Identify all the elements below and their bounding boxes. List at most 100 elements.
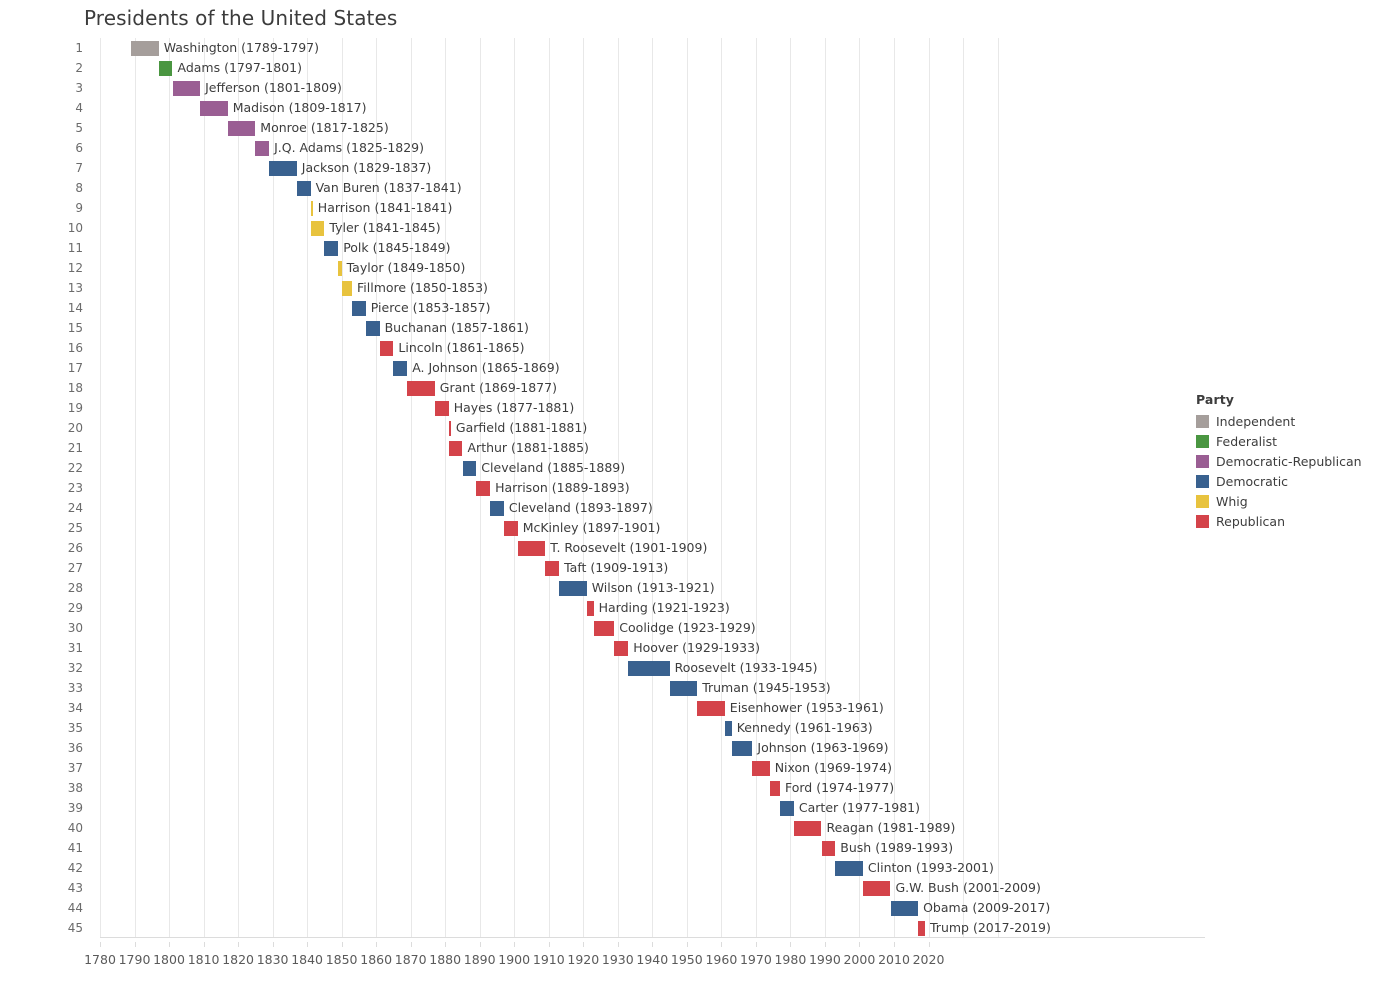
term-bar[interactable] [365,321,380,336]
term-bar[interactable] [731,741,753,756]
term-bar[interactable] [890,901,919,916]
x-tick-label: 1890 [463,952,496,967]
x-tick-label: 2010 [878,952,910,967]
x-tick-label: 1860 [360,952,393,967]
x-tick-label: 1870 [394,952,427,967]
term-bar[interactable] [793,821,822,836]
x-tick-label: 1880 [429,952,462,967]
term-bar-label: Van Buren (1837-1841) [315,180,462,195]
legend-item[interactable]: Republican [1196,511,1371,531]
term-bar[interactable] [724,721,732,736]
bar-rows: 1 Washington (1789-1797) 2 Adams (1797-1801… [68,38,1205,938]
x-tick-label: 1960 [705,952,738,967]
chart-row: 29 Harding (1921-1923) [68,598,1205,618]
term-bar-label: Arthur (1881-1885) [467,440,589,455]
tick-mark [583,942,585,947]
term-bar[interactable] [448,441,463,456]
term-bar[interactable] [490,501,504,516]
term-bar[interactable] [227,121,256,136]
term-bar[interactable] [296,181,311,196]
term-bar[interactable] [614,641,629,656]
x-tick-label: 1830 [256,952,289,967]
term-bar-label: Buchanan (1857-1861) [384,320,529,335]
term-bar[interactable] [310,201,313,216]
row-number: 31 [67,641,83,655]
legend-title: Party [1196,392,1235,407]
term-bar[interactable] [324,241,339,256]
term-bar[interactable] [545,561,560,576]
term-bar-label: Washington (1789-1797) [163,40,320,55]
term-bar[interactable] [393,361,408,376]
term-bar-label: McKinley (1897-1901) [522,520,661,535]
chart-row: 12 Taylor (1849-1850) [68,258,1205,278]
term-bar[interactable] [131,41,159,56]
tick-mark [755,942,757,947]
tick-mark [272,942,274,947]
term-bar[interactable] [338,261,342,276]
term-bar[interactable] [559,581,587,596]
term-bar[interactable] [255,141,270,156]
term-bar[interactable] [669,681,698,696]
legend-item[interactable]: Democratic-Republican [1196,451,1371,471]
term-bar[interactable] [821,841,836,856]
term-bar[interactable] [835,861,863,876]
term-bar[interactable] [158,61,173,76]
term-bar[interactable] [593,621,615,636]
row-number: 34 [67,701,83,715]
chart-row: 27 Taft (1909-1913) [68,558,1205,578]
term-bar[interactable] [476,481,491,496]
row-number: 38 [67,781,83,795]
term-bar[interactable] [780,801,794,816]
term-bar[interactable] [407,381,435,396]
legend-item-label: Republican [1216,513,1286,529]
term-bar-label: A. Johnson (1865-1869) [412,360,560,375]
term-bar[interactable] [918,921,925,936]
term-bar-label: Monroe (1817-1825) [260,120,389,135]
chart-row: 10 Tyler (1841-1845) [68,218,1205,238]
term-bar-label: Ford (1974-1977) [785,780,895,795]
term-bar-label: Tyler (1841-1845) [329,220,441,235]
legend-item[interactable]: Independent [1196,411,1371,431]
tick-mark [617,942,619,947]
term-bar[interactable] [448,421,451,436]
chart-row: 44 Obama (2009-2017) [68,898,1205,918]
legend-swatch-icon [1196,454,1209,468]
legend-item[interactable]: Whig [1196,491,1371,511]
chart-row: 40 Reagan (1981-1989) [68,818,1205,838]
term-bar-label: Hoover (1929-1933) [633,640,760,655]
term-bar[interactable] [310,221,325,236]
chart-row: 35 Kennedy (1961-1963) [68,718,1205,738]
tick-mark [514,942,516,947]
term-bar[interactable] [503,521,518,536]
term-bar[interactable] [697,701,725,716]
term-bar[interactable] [586,601,594,616]
term-bar-label: Carter (1977-1981) [798,800,921,815]
legend-item[interactable]: Democratic [1196,471,1371,491]
term-bar-label: Obama (2009-2017) [923,900,1051,915]
chart-row: 43 G.W. Bush (2001-2009) [68,878,1205,898]
term-bar[interactable] [352,301,366,316]
term-bar[interactable] [200,101,228,116]
x-tick-label: 2020 [912,952,945,967]
row-number: 15 [67,321,83,335]
presidents-gantt-chart: Presidents of the United States 1 Washing… [0,0,1381,998]
row-number: 20 [67,421,83,435]
term-bar[interactable] [752,761,770,776]
term-bar[interactable] [172,81,201,96]
term-bar[interactable] [862,881,891,896]
chart-row: 45 Trump (2017-2019) [68,918,1205,938]
term-bar[interactable] [269,161,297,176]
tick-mark [790,942,792,947]
term-bar[interactable] [341,281,352,296]
term-bar[interactable] [434,401,449,416]
legend-swatch-icon [1196,474,1209,488]
term-bar[interactable] [769,781,781,796]
x-tick-label: 1970 [739,952,772,967]
x-axis-ticks: 1780 1790 1800 1810 1820 1830 1840 1850 1860 1870… [84,942,1205,972]
term-bar[interactable] [462,461,477,476]
term-bar[interactable] [628,661,670,676]
legend-item[interactable]: Federalist [1196,431,1371,451]
chart-row: 6 J.Q. Adams (1825-1829) [75,138,1205,158]
term-bar[interactable] [517,541,546,556]
term-bar[interactable] [379,341,394,356]
